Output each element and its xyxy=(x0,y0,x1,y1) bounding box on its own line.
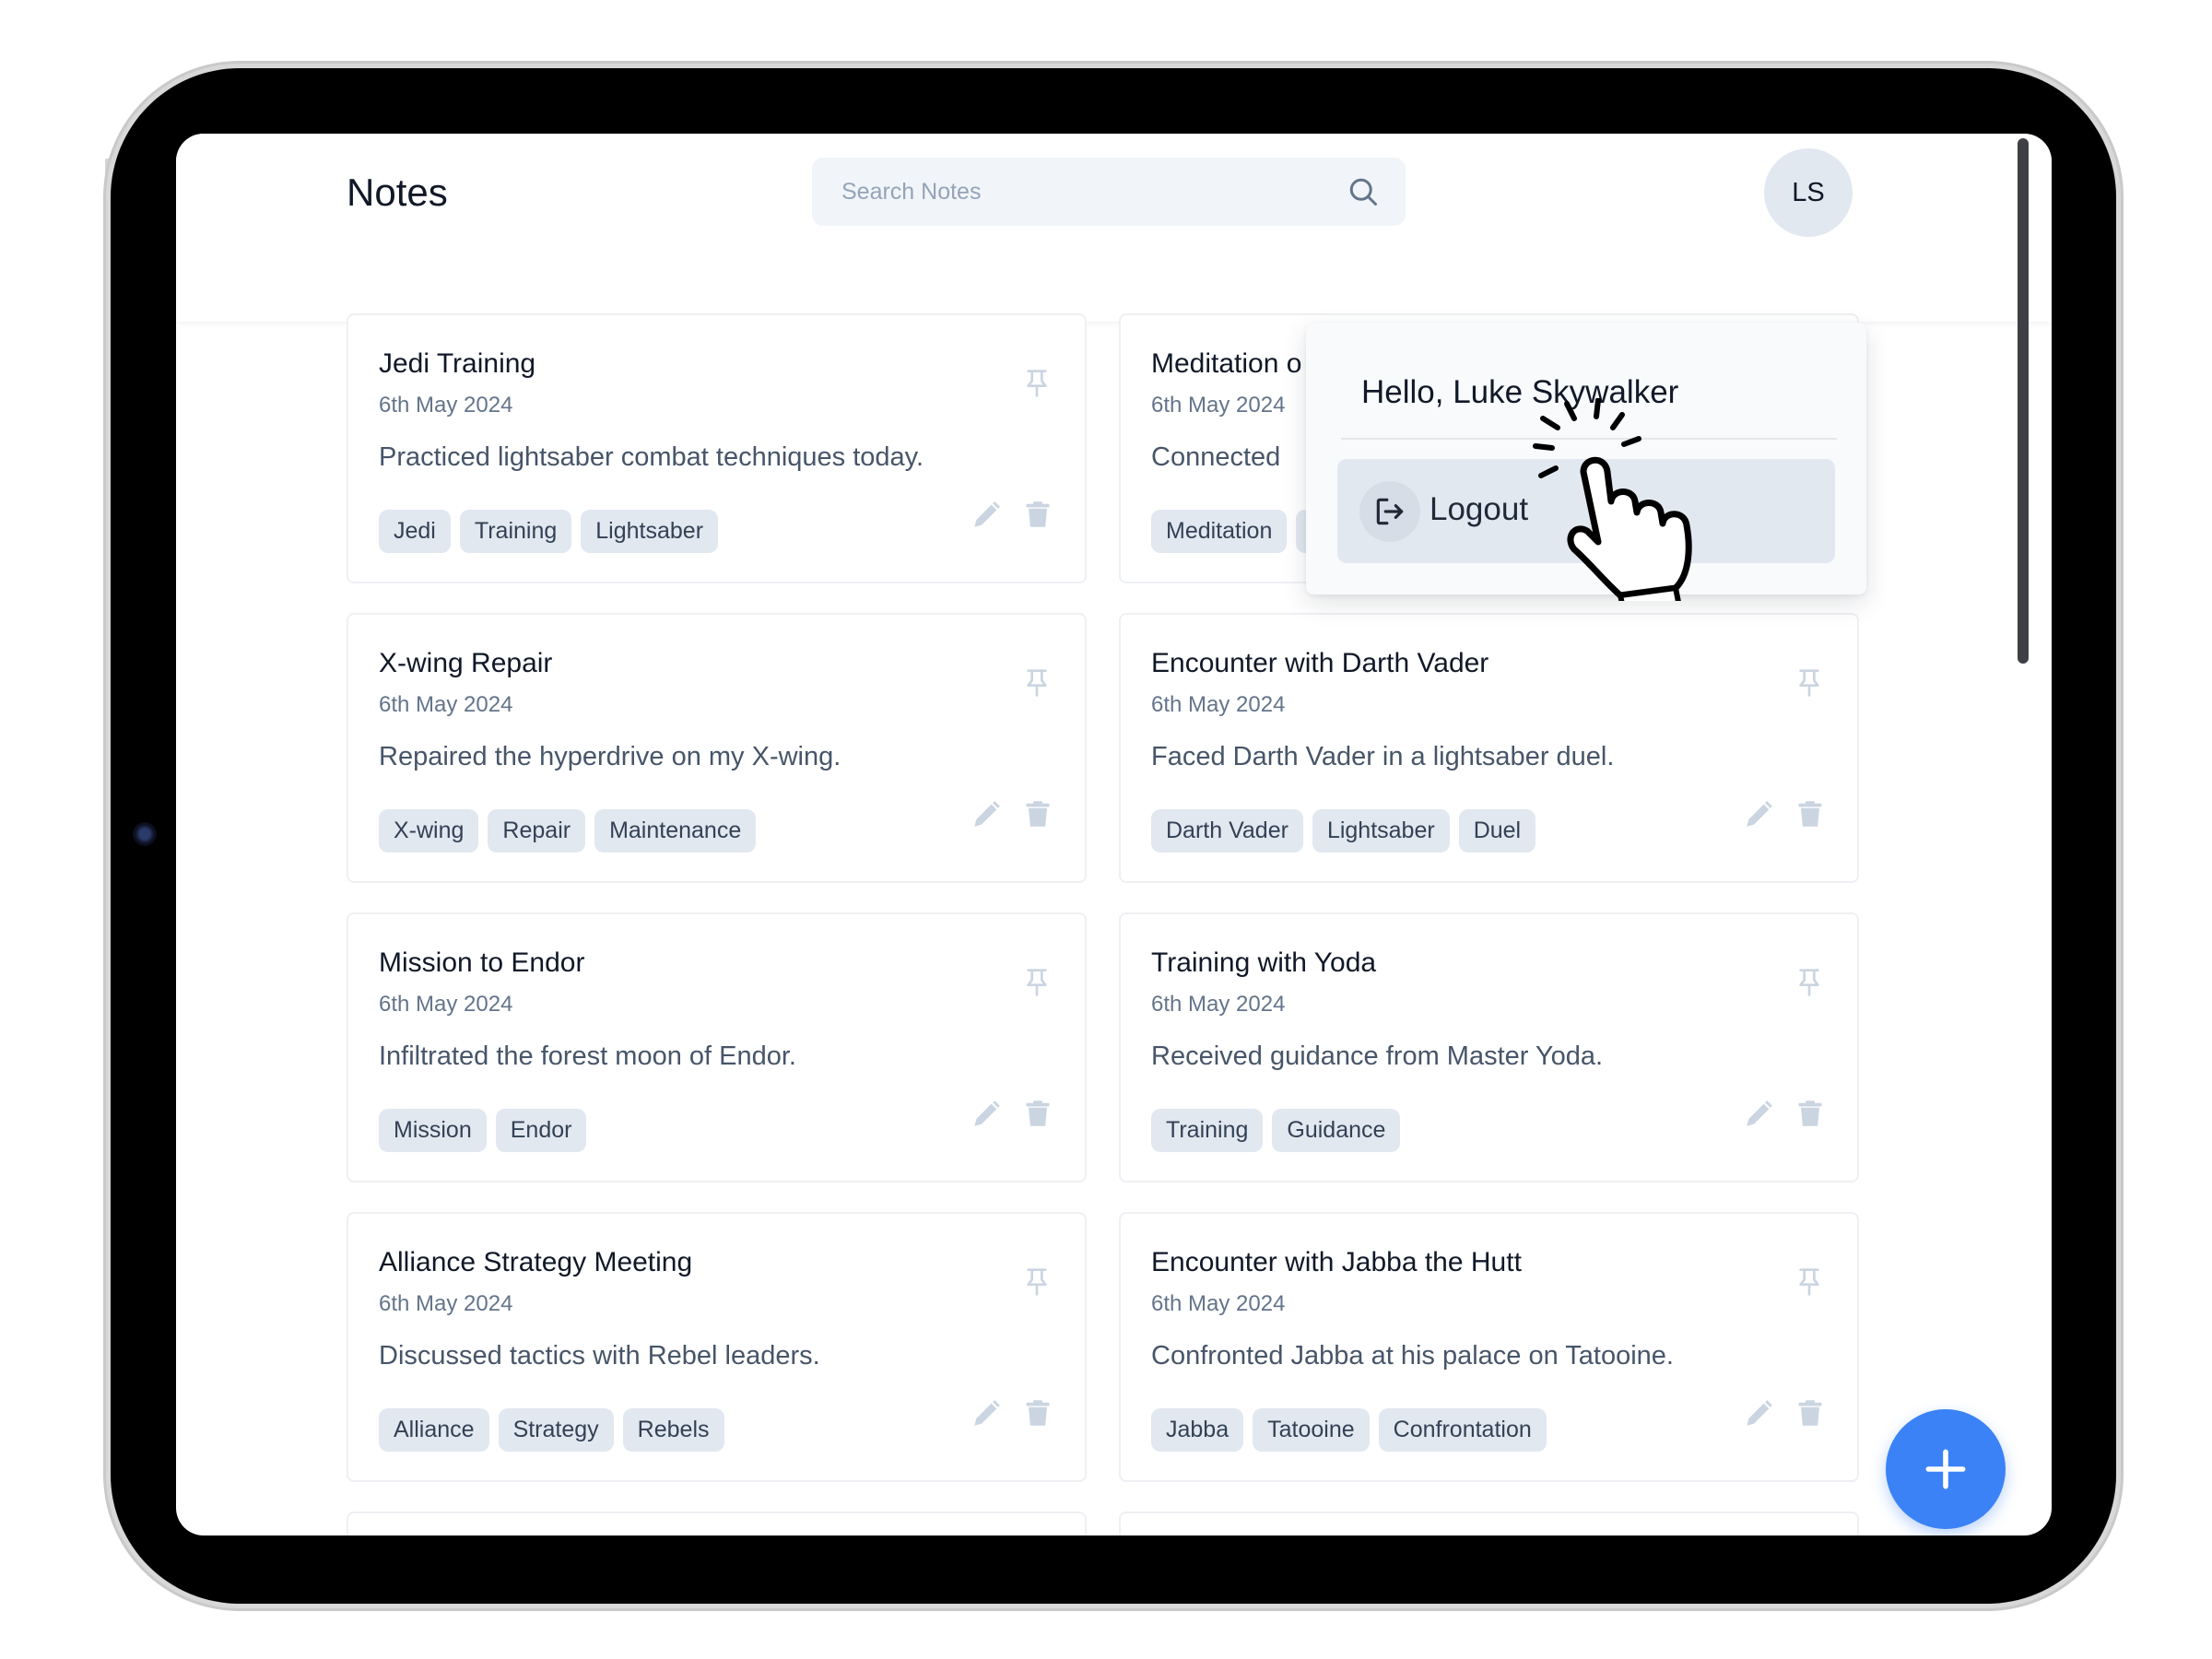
camera-icon xyxy=(133,822,157,846)
tag-chip: Confrontation xyxy=(1378,1408,1547,1452)
trash-icon[interactable] xyxy=(1024,797,1052,830)
note-title: X-wing Repair xyxy=(379,648,553,678)
search-icon[interactable] xyxy=(1347,175,1380,208)
note-content: Confronted Jabba at his palace on Tatooi… xyxy=(1151,1341,1674,1371)
note-card[interactable]: Training with Yoda 6th May 2024 Received g… xyxy=(1119,912,1859,1182)
tag-chip: X-wing xyxy=(379,809,479,853)
tag-chip: Lightsaber xyxy=(1312,809,1450,853)
note-title: Mission to Endor xyxy=(379,947,585,978)
note-card[interactable]: Alliance Strategy Meeting 6th May 2024 Dis… xyxy=(347,1212,1087,1482)
note-tags: X-wing Repair Maintenance xyxy=(379,809,757,853)
note-content: Faced Darth Vader in a lightsaber duel. xyxy=(1151,742,1615,771)
note-tags: Training Guidance xyxy=(1151,1109,1401,1152)
search-bar[interactable] xyxy=(812,158,1406,226)
tag-chip: Jedi xyxy=(379,510,451,553)
tag-chip: Repair xyxy=(488,809,586,853)
add-note-button[interactable] xyxy=(1886,1409,2006,1529)
pencil-icon[interactable] xyxy=(971,500,1002,531)
tag-chip: Endor xyxy=(495,1109,587,1152)
note-content: Practiced lightsaber combat techniques t… xyxy=(379,442,924,472)
note-content: Discussed tactics with Rebel leaders. xyxy=(379,1341,820,1371)
tag-chip: Tatooine xyxy=(1253,1408,1370,1452)
tag-chip: Training xyxy=(1151,1109,1264,1152)
pencil-icon[interactable] xyxy=(1743,1398,1774,1430)
note-date: 6th May 2024 xyxy=(1151,393,1286,418)
pencil-icon[interactable] xyxy=(971,1099,1002,1130)
tag-chip: Meditation xyxy=(1151,510,1288,553)
pin-icon[interactable] xyxy=(1022,365,1052,402)
note-title: Encounter with Darth Vader xyxy=(1151,648,1489,678)
tag-chip: Mission xyxy=(379,1109,487,1152)
plus-icon xyxy=(1925,1449,1966,1489)
note-tags: Alliance Strategy Rebels xyxy=(379,1408,724,1452)
tablet-frame: Notes LS Jedi Training 6th May 2024 Practi… xyxy=(111,68,2116,1604)
hand-pointer-icon xyxy=(1533,398,1692,601)
search-input[interactable] xyxy=(812,158,1406,226)
note-card[interactable]: Mission to Endor 6th May 2024 Infiltrated … xyxy=(347,912,1087,1182)
note-content: Repaired the hyperdrive on my X-wing. xyxy=(379,742,841,771)
pin-icon[interactable] xyxy=(1022,964,1052,1001)
note-date: 6th May 2024 xyxy=(379,692,513,717)
tag-chip: Duel xyxy=(1458,809,1536,853)
trash-icon[interactable] xyxy=(1024,1396,1052,1430)
trash-icon[interactable] xyxy=(1796,797,1824,830)
scrollbar-thumb[interactable] xyxy=(2018,138,2029,664)
pin-icon[interactable] xyxy=(1794,665,1824,701)
app-header: Notes LS xyxy=(176,134,2052,322)
note-card-partial[interactable] xyxy=(1119,1512,1859,1535)
note-card[interactable]: Encounter with Jabba the Hutt 6th May 202… xyxy=(1119,1212,1859,1482)
note-tags: Darth Vader Lightsaber Duel xyxy=(1151,809,1536,853)
tag-chip: Guidance xyxy=(1272,1109,1401,1152)
note-card[interactable]: Encounter with Darth Vader 6th May 2024 Fa… xyxy=(1119,613,1859,883)
note-title: Training with Yoda xyxy=(1151,947,1377,978)
logout-icon xyxy=(1359,481,1420,542)
trash-icon[interactable] xyxy=(1796,1396,1824,1430)
note-tags: Jedi Training Lightsaber xyxy=(379,510,719,553)
pencil-icon[interactable] xyxy=(1743,799,1774,830)
note-title: Meditation o xyxy=(1151,348,1302,379)
note-title: Alliance Strategy Meeting xyxy=(379,1247,693,1277)
page-title: Notes xyxy=(347,171,448,214)
note-title: Jedi Training xyxy=(379,348,536,379)
tag-chip: Alliance xyxy=(379,1408,489,1452)
trash-icon[interactable] xyxy=(1024,498,1052,531)
note-date: 6th May 2024 xyxy=(379,393,513,418)
tag-chip: Training xyxy=(459,510,572,553)
user-avatar[interactable]: LS xyxy=(1764,148,1853,237)
note-content: Connected xyxy=(1151,442,1281,472)
pin-icon[interactable] xyxy=(1794,1264,1824,1300)
tag-chip: Rebels xyxy=(622,1408,724,1452)
tag-chip: Darth Vader xyxy=(1151,809,1303,853)
trash-icon[interactable] xyxy=(1024,1097,1052,1130)
tag-chip: Strategy xyxy=(498,1408,614,1452)
note-content: Infiltrated the forest moon of Endor. xyxy=(379,1041,796,1071)
note-date: 6th May 2024 xyxy=(379,992,513,1017)
note-date: 6th May 2024 xyxy=(1151,692,1286,717)
tag-chip: Maintenance xyxy=(594,809,757,853)
note-date: 6th May 2024 xyxy=(1151,992,1286,1017)
note-date: 6th May 2024 xyxy=(1151,1291,1286,1316)
note-card[interactable]: Jedi Training 6th May 2024 Practiced light… xyxy=(347,313,1087,583)
note-tags: Mission Endor xyxy=(379,1109,587,1152)
tag-chip: Lightsaber xyxy=(581,510,719,553)
app-screen: Notes LS Jedi Training 6th May 2024 Practi… xyxy=(176,134,2052,1535)
pencil-icon[interactable] xyxy=(1743,1099,1774,1130)
note-title: Encounter with Jabba the Hutt xyxy=(1151,1247,1522,1277)
tag-chip: Jabba xyxy=(1151,1408,1244,1452)
note-content: Received guidance from Master Yoda. xyxy=(1151,1041,1604,1071)
note-date: 6th May 2024 xyxy=(379,1291,513,1316)
pin-icon[interactable] xyxy=(1794,964,1824,1001)
pin-icon[interactable] xyxy=(1022,665,1052,701)
note-card-partial[interactable] xyxy=(347,1512,1087,1535)
avatar-initials: LS xyxy=(1792,177,1825,207)
logout-label: Logout xyxy=(1430,491,1529,527)
note-tags: Jabba Tatooine Confrontation xyxy=(1151,1408,1547,1452)
pencil-icon[interactable] xyxy=(971,799,1002,830)
pencil-icon[interactable] xyxy=(971,1398,1002,1430)
note-card[interactable]: X-wing Repair 6th May 2024 Repaired the hy… xyxy=(347,613,1087,883)
trash-icon[interactable] xyxy=(1796,1097,1824,1130)
pin-icon[interactable] xyxy=(1022,1264,1052,1300)
